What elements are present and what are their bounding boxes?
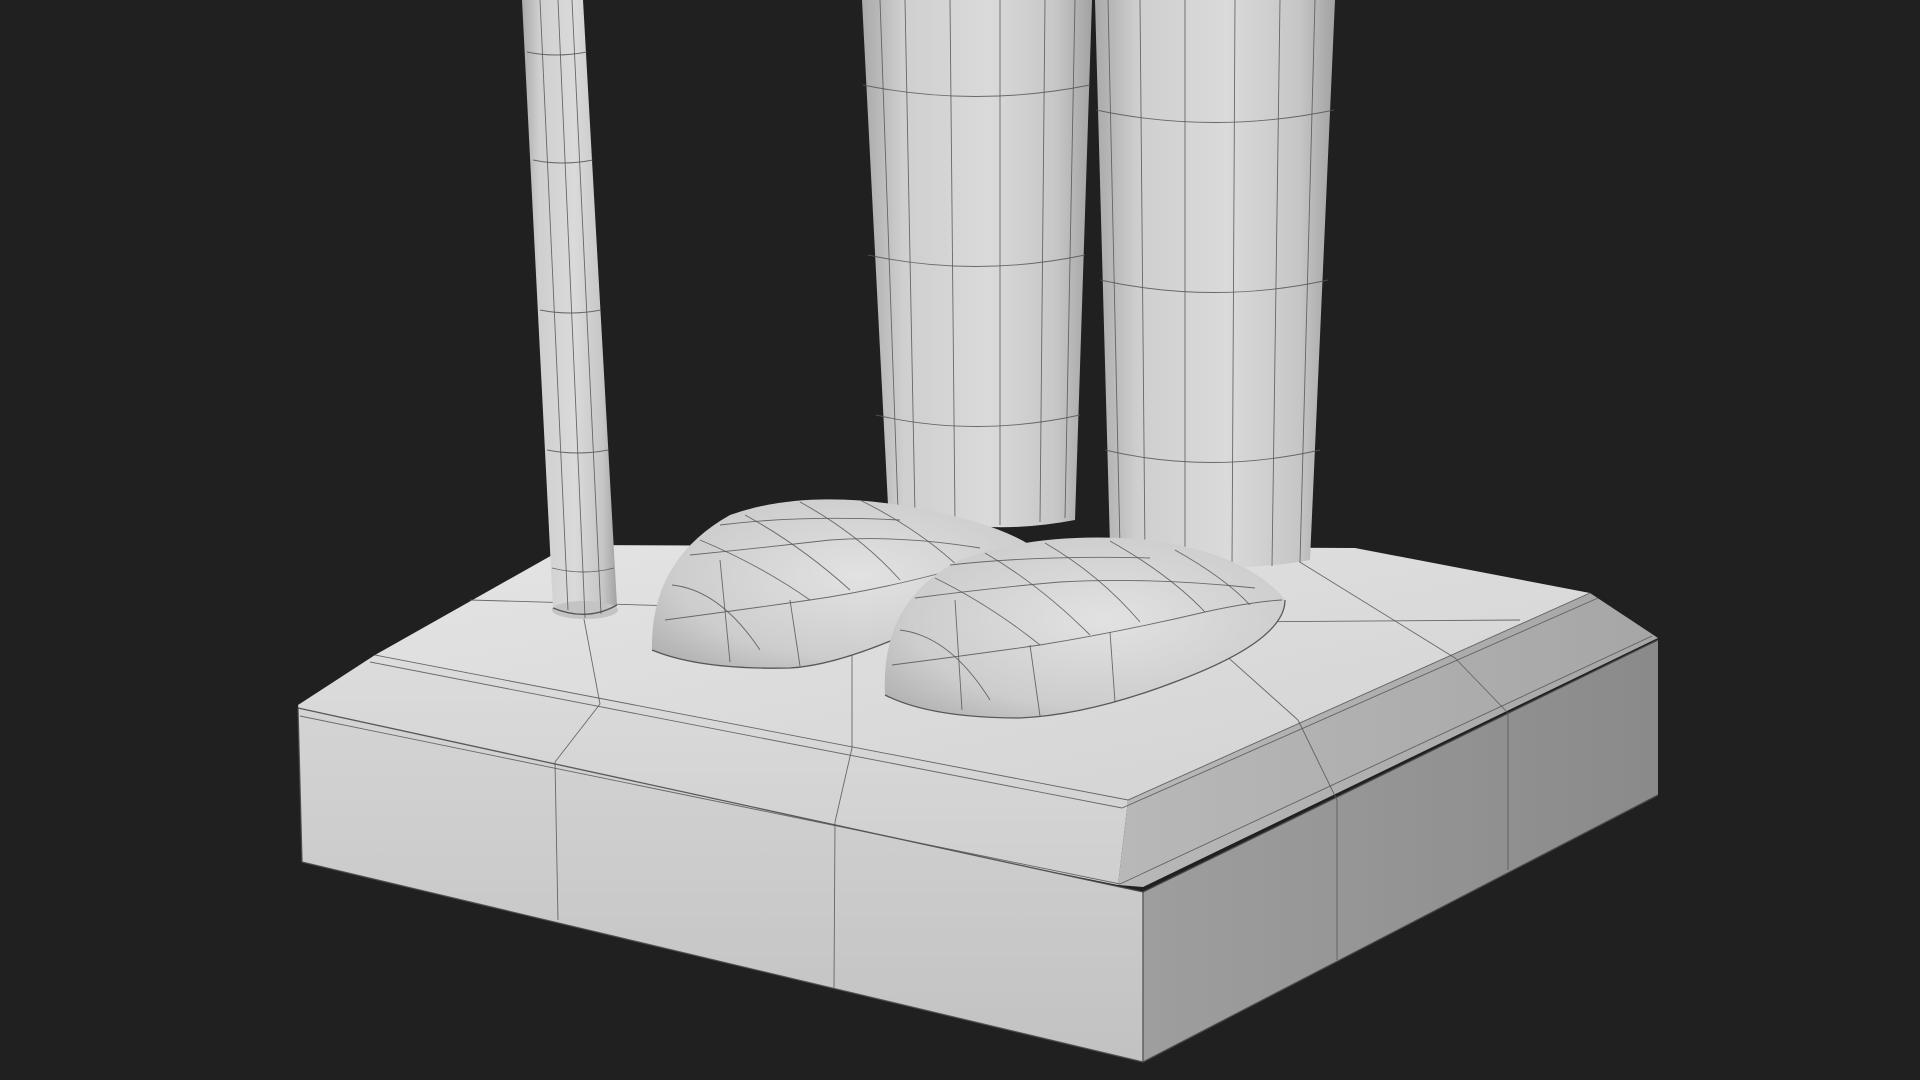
right-leg — [1095, 0, 1335, 569]
viewport-render — [297, 0, 1659, 1063]
rod — [522, 0, 618, 619]
left-leg — [862, 0, 1092, 528]
